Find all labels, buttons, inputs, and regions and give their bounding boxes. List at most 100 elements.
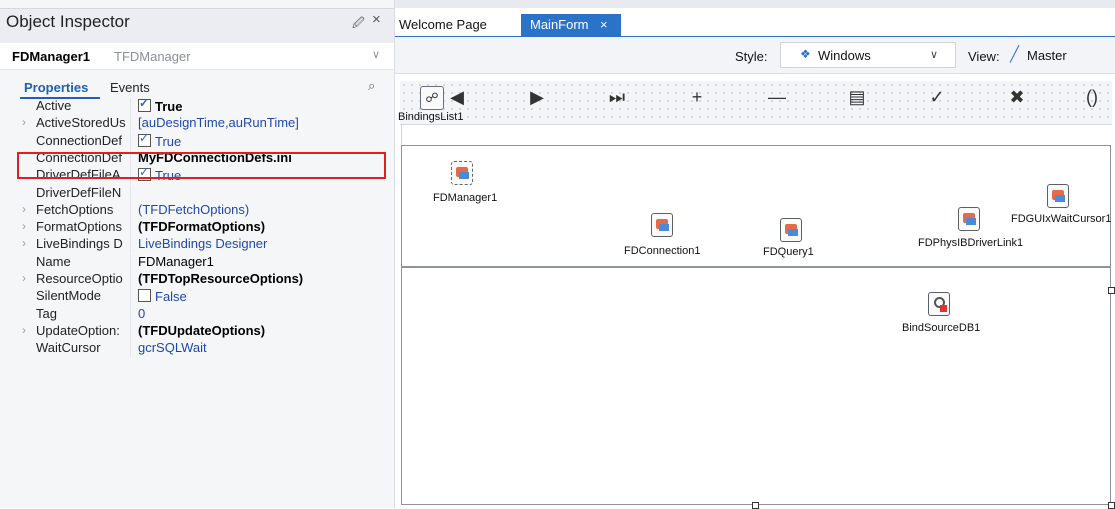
- property-value[interactable]: LiveBindings Designer: [138, 236, 267, 251]
- property-name: Active: [36, 98, 72, 113]
- panel-bottom[interactable]: [401, 267, 1111, 505]
- property-value-text: True: [155, 133, 182, 149]
- expand-icon[interactable]: ›: [22, 271, 26, 285]
- column-divider[interactable]: [130, 115, 131, 133]
- column-divider[interactable]: [130, 201, 131, 219]
- close-icon[interactable]: ×: [600, 17, 608, 32]
- checkbox[interactable]: [138, 96, 151, 112]
- fdguixwaitcursor-icon[interactable]: [1047, 184, 1069, 208]
- property-value[interactable]: [auDesignTime,auRunTime]: [138, 115, 299, 130]
- column-divider[interactable]: [130, 253, 131, 271]
- property-value-text: (TFDFetchOptions): [138, 201, 250, 217]
- pin-icon[interactable]: 🖉: [352, 14, 365, 35]
- chevron-down-icon[interactable]: ∨: [372, 48, 380, 61]
- search-icon[interactable]: ⌕: [368, 78, 375, 94]
- property-row[interactable]: › FetchOptions (TFDFetchOptions): [0, 201, 394, 219]
- fdconnection-label: FDConnection1: [624, 245, 701, 257]
- tab-events[interactable]: Events: [110, 80, 150, 95]
- top-strip: [395, 0, 1115, 8]
- fdmanager-icon[interactable]: [451, 161, 473, 185]
- property-row[interactable]: › UpdateOption: (TFDUpdateOptions): [0, 322, 394, 340]
- property-value-text: LiveBindings Designer: [138, 236, 268, 252]
- checkbox[interactable]: [138, 289, 151, 303]
- navigator-button[interactable]: —: [757, 87, 797, 108]
- property-value[interactable]: (TFDFetchOptions): [138, 202, 249, 217]
- property-name: DriverDefFileN: [36, 184, 122, 200]
- expand-icon[interactable]: ›: [22, 236, 26, 250]
- object-inspector-title: Object Inspector: [6, 12, 130, 31]
- property-value[interactable]: (TFDFormatOptions): [138, 219, 265, 234]
- property-row[interactable]: › FormatOptions (TFDFormatOptions): [0, 219, 394, 237]
- property-row[interactable]: WaitCursor gcrSQLWait: [0, 340, 394, 358]
- property-value-text: (TFDFormatOptions): [138, 219, 266, 235]
- fdquery-icon[interactable]: [780, 218, 802, 242]
- expand-icon[interactable]: ›: [22, 219, 26, 233]
- property-value[interactable]: gcrSQLWait: [138, 340, 207, 355]
- navigator-button[interactable]: ◀: [437, 87, 477, 108]
- close-icon[interactable]: ×: [372, 11, 381, 28]
- column-divider[interactable]: [130, 305, 131, 323]
- fdphysib-label: FDPhysIBDriverLink1: [918, 237, 1024, 249]
- bindsourcedb-icon[interactable]: [928, 292, 950, 316]
- column-divider[interactable]: [130, 98, 131, 115]
- property-value[interactable]: True: [138, 131, 182, 149]
- property-value-text: (TFDUpdateOptions): [138, 322, 266, 338]
- property-value-text: True: [155, 99, 183, 114]
- column-divider[interactable]: [130, 340, 131, 358]
- navigator-button[interactable]: ▶: [517, 87, 557, 108]
- tab-properties[interactable]: Properties: [24, 80, 88, 95]
- view-label: View:: [968, 49, 1000, 64]
- property-row[interactable]: › ActiveStoredUs [auDesignTime,auRunTime]: [0, 115, 394, 133]
- property-row[interactable]: DriverDefFileN: [0, 184, 394, 202]
- navigator-button[interactable]: +: [677, 87, 717, 108]
- style-label: Style:: [735, 49, 768, 64]
- property-name: UpdateOption:: [36, 322, 120, 338]
- property-row[interactable]: › LiveBindings D LiveBindings Designer: [0, 236, 394, 254]
- property-row[interactable]: Name FDManager1: [0, 253, 394, 271]
- navigator-button[interactable]: ✓: [917, 87, 957, 108]
- expand-icon[interactable]: ›: [22, 202, 26, 216]
- property-value[interactable]: False: [138, 288, 187, 304]
- expand-icon[interactable]: ›: [22, 115, 26, 129]
- view-value[interactable]: Master: [1027, 48, 1067, 63]
- navigator-button[interactable]: ▤: [837, 87, 877, 108]
- column-divider[interactable]: [130, 322, 131, 340]
- column-divider[interactable]: [130, 132, 131, 150]
- navigator-button[interactable]: (): [1072, 87, 1112, 108]
- highlight-box: [17, 152, 386, 179]
- tab-welcome-page[interactable]: Welcome Page: [399, 17, 487, 32]
- property-name: Tag: [36, 305, 57, 321]
- property-row[interactable]: Active True: [0, 96, 394, 115]
- property-row[interactable]: › ResourceOptio (TFDTopResourceOptions): [0, 271, 394, 288]
- property-value[interactable]: True: [138, 96, 183, 114]
- property-value-text: FDManager1: [138, 253, 214, 269]
- column-divider[interactable]: [130, 219, 131, 237]
- windows-icon: ❖: [800, 47, 811, 61]
- property-row[interactable]: ConnectionDef True: [0, 131, 394, 150]
- component-type: TFDManager: [114, 49, 191, 64]
- navigator-button[interactable]: ⏭: [597, 87, 637, 108]
- bindings-list-label: BindingsList1: [398, 111, 464, 123]
- fdphysib-icon[interactable]: [958, 207, 980, 231]
- fdconnection-icon[interactable]: [651, 213, 673, 237]
- property-value-text: 0: [138, 305, 146, 321]
- column-divider[interactable]: [130, 184, 131, 202]
- column-divider[interactable]: [130, 236, 131, 254]
- property-name: FetchOptions: [36, 201, 114, 217]
- bindsourcedb-label: BindSourceDB1: [902, 322, 981, 334]
- expand-icon[interactable]: ›: [22, 323, 26, 337]
- property-value[interactable]: (TFDTopResourceOptions): [138, 271, 303, 286]
- column-divider[interactable]: [130, 271, 131, 288]
- property-value-text: [auDesignTime,auRunTime]: [138, 115, 299, 131]
- property-value[interactable]: 0: [138, 306, 145, 321]
- property-row[interactable]: SilentMode False: [0, 288, 394, 306]
- checkbox[interactable]: [138, 131, 151, 147]
- chevron-down-icon[interactable]: ∨: [930, 48, 938, 61]
- column-divider[interactable]: [130, 288, 131, 306]
- property-value[interactable]: (TFDUpdateOptions): [138, 323, 265, 338]
- property-row[interactable]: Tag 0: [0, 305, 394, 323]
- resize-handle[interactable]: [1108, 287, 1115, 294]
- property-value[interactable]: FDManager1: [138, 254, 214, 269]
- navigator-button[interactable]: ✖: [997, 87, 1037, 108]
- master-view-icon: ╱: [1010, 46, 1020, 63]
